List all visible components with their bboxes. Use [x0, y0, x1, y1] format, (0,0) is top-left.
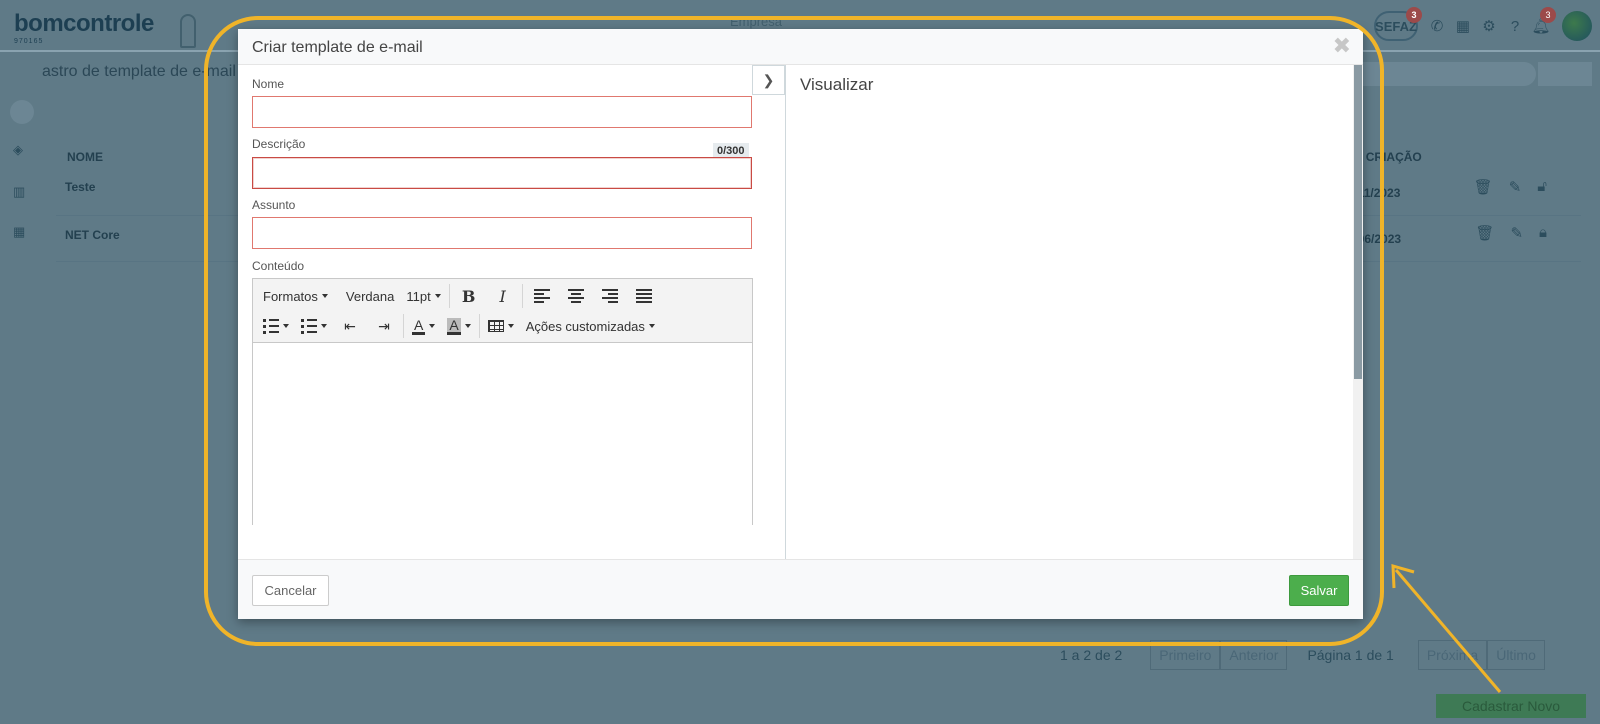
company-menu[interactable]: Empresa [730, 14, 782, 29]
whatsapp-icon[interactable]: ✆ [1424, 13, 1450, 39]
nome-label: Nome [252, 77, 285, 91]
align-left-icon[interactable] [525, 283, 559, 309]
save-button[interactable]: Salvar [1289, 575, 1349, 606]
column-nome[interactable]: NOME [67, 150, 103, 164]
bold-icon[interactable]: B [452, 283, 486, 309]
background-color-icon[interactable]: A [441, 313, 476, 339]
cadastrar-novo-button[interactable]: Cadastrar Novo [1436, 694, 1586, 718]
toolbar-divider [403, 314, 404, 338]
preview-title: Visualizar [800, 75, 874, 94]
logo: bomcontrole [14, 10, 154, 37]
align-right-icon[interactable] [593, 283, 627, 309]
nome-field[interactable] [252, 96, 752, 128]
row-nome: Teste [65, 180, 96, 194]
formats-dropdown[interactable]: Formatos [257, 283, 334, 309]
pagination: 1 a 2 de 2 Primeiro Anterior Página 1 de… [1060, 640, 1545, 670]
modal-footer: Cancelar Salvar [238, 559, 1363, 619]
avatar[interactable] [1562, 11, 1592, 41]
sefaz-button[interactable]: SEFAZ 3 [1374, 7, 1422, 41]
scrollbar-thumb[interactable] [1354, 65, 1362, 379]
page-info: Página 1 de 1 [1307, 647, 1394, 663]
bell-icon[interactable]: 🔔︎ 3 [1528, 7, 1556, 39]
sefaz-badge: 3 [1406, 7, 1422, 23]
previous-page-button[interactable]: Anterior [1220, 640, 1288, 670]
descricao-counter: 0/300 [713, 143, 749, 158]
align-justify-icon[interactable] [627, 283, 661, 309]
unlock-icon[interactable]: 🔓︎ [1537, 178, 1547, 196]
form-pane: Nome Descrição 0/300 Assunto Conteúdo Fo… [238, 65, 753, 559]
row-actions: 🗑︎ ✎ 🔓︎ [1474, 178, 1547, 196]
filter-button[interactable] [1538, 62, 1592, 86]
custom-actions-dropdown[interactable]: Ações customizadas [520, 313, 661, 339]
editor-toolbar: Formatos Verdana 11pt B I ⇤ ⇥ A A Ações … [253, 279, 752, 343]
edit-icon[interactable]: ✎ [1509, 178, 1522, 196]
nav-tag-icon[interactable]: ◈ [13, 142, 29, 158]
close-icon[interactable]: ✖ [1333, 35, 1351, 57]
align-center-icon[interactable] [559, 283, 593, 309]
table-icon[interactable] [482, 313, 520, 339]
modal-title: Criar template de e-mail [252, 39, 423, 56]
preview-pane: Visualizar [786, 65, 1363, 559]
toolbar-divider [448, 284, 450, 308]
conteudo-label: Conteúdo [252, 259, 305, 273]
logo-subtitle: 970165 [14, 38, 44, 45]
trash-icon[interactable]: 🗑︎ [1475, 224, 1494, 242]
row-actions: 🗑︎ ✎ 🔒︎ [1475, 224, 1547, 242]
text-color-icon[interactable]: A [406, 313, 441, 339]
calendar-icon[interactable]: ▦ [1450, 13, 1476, 39]
rich-text-editor: Formatos Verdana 11pt B I ⇤ ⇥ A A Ações … [252, 278, 753, 526]
ribbon-icon [180, 14, 196, 48]
editor-content-area[interactable] [253, 343, 752, 526]
bullet-list-icon[interactable] [257, 313, 295, 339]
lock-icon[interactable]: 🔒︎ [1539, 224, 1547, 242]
notifications-badge: 3 [1540, 7, 1556, 23]
nav-calendar-icon[interactable]: ▦ [13, 224, 29, 240]
preview-scrollbar[interactable] [1353, 65, 1363, 559]
edit-icon[interactable]: ✎ [1510, 224, 1523, 242]
page-title: astro de template de e-mail [42, 63, 236, 80]
trash-icon[interactable]: 🗑︎ [1474, 178, 1493, 196]
size-dropdown[interactable]: 11pt [400, 283, 446, 309]
last-page-button[interactable]: Último [1487, 640, 1545, 670]
left-nav: ◈ ▥ ▦ [0, 92, 40, 692]
toolbar-divider [521, 284, 523, 308]
italic-icon[interactable]: I [486, 283, 520, 309]
descricao-field[interactable] [252, 157, 752, 189]
pagination-summary: 1 a 2 de 2 [1060, 647, 1123, 663]
modal-header: Criar template de e-mail ✖ [238, 29, 1363, 65]
toolbar-divider [478, 314, 480, 338]
indent-icon[interactable]: ⇥ [367, 313, 401, 339]
toolbar-row-2: ⇤ ⇥ A A Ações customizadas [257, 311, 661, 341]
outdent-icon[interactable]: ⇤ [333, 313, 367, 339]
row-nome: NET Core [65, 228, 120, 242]
gear-icon[interactable]: ⚙ [1476, 13, 1502, 39]
next-page-button[interactable]: Próxima [1417, 640, 1488, 670]
cancel-button[interactable]: Cancelar [252, 575, 329, 606]
help-icon[interactable]: ? [1502, 13, 1528, 39]
chevron-right-icon[interactable]: ❯ [752, 65, 785, 95]
assunto-field[interactable] [252, 217, 752, 249]
toolbar-row-1: Formatos Verdana 11pt B I [257, 281, 661, 311]
search-input[interactable] [1350, 62, 1536, 86]
font-dropdown[interactable]: Verdana [334, 283, 400, 309]
top-icons: SEFAZ 3 ✆ ▦ ⚙ ? 🔔︎ 3 [1374, 6, 1600, 46]
first-page-button[interactable]: Primeiro [1150, 640, 1221, 670]
numbered-list-icon[interactable] [295, 313, 333, 339]
create-template-modal: Criar template de e-mail ✖ Nome Descriçã… [238, 29, 1363, 619]
descricao-label: Descrição [252, 137, 306, 151]
assunto-label: Assunto [252, 198, 296, 212]
nav-chart-icon[interactable]: ▥ [13, 184, 29, 200]
nav-home-icon[interactable] [10, 100, 34, 124]
